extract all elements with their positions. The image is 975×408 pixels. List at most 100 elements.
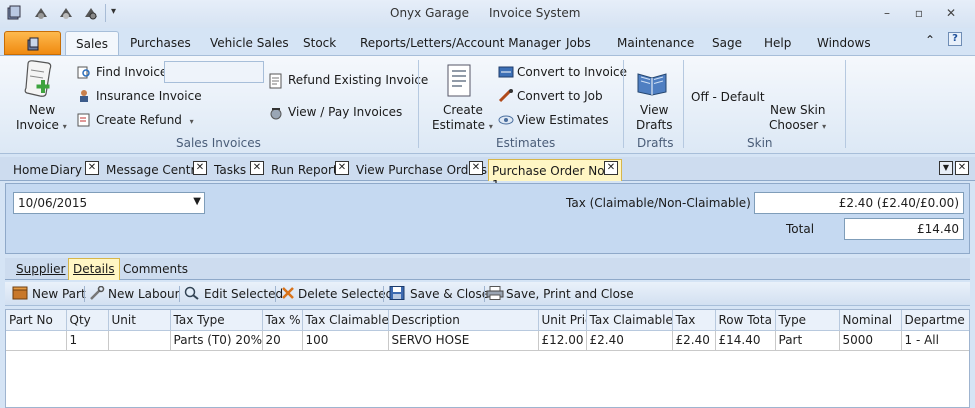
- table-row[interactable]: 1 Parts (T0) 20% 20 100 SERVO HOSE £12.0…: [6, 330, 969, 351]
- sub-tab-supplier[interactable]: Supplier: [16, 262, 65, 276]
- cell-nominal[interactable]: 5000: [839, 330, 902, 351]
- tab-stock[interactable]: Stock: [303, 36, 336, 50]
- tax-label: Tax (Claimable/Non-Claimable): [566, 196, 751, 210]
- print-icon: [486, 286, 504, 300]
- close-message-centre-icon[interactable]: ✕: [193, 161, 207, 175]
- convert-job-button[interactable]: Convert to Job: [517, 89, 603, 103]
- sub-tab-comments[interactable]: Comments: [123, 262, 188, 276]
- col-row-total[interactable]: Row Tota: [715, 310, 776, 331]
- view-pay-icon: [270, 108, 282, 120]
- new-invoice-icon[interactable]: [22, 60, 56, 98]
- tab-vehicle-sales[interactable]: Vehicle Sales: [210, 36, 289, 50]
- new-invoice-button[interactable]: Invoice ▾: [16, 118, 67, 132]
- col-tax-claimable-amount[interactable]: Tax Claimable: [586, 310, 673, 331]
- view-pay-button[interactable]: View / Pay Invoices: [288, 105, 402, 119]
- quick-print-icon[interactable]: [58, 5, 76, 21]
- create-refund-button[interactable]: Create Refund ▾: [96, 113, 194, 127]
- cell-tax-claimable-amount[interactable]: £2.40: [586, 330, 673, 351]
- doc-tab-home[interactable]: Home: [13, 159, 48, 181]
- cell-description[interactable]: SERVO HOSE: [388, 330, 539, 351]
- find-invoice-input[interactable]: [164, 61, 264, 83]
- close-button[interactable]: ✕: [944, 6, 958, 20]
- cell-row-total[interactable]: £14.40: [715, 330, 776, 351]
- view-drafts-icon[interactable]: [636, 68, 668, 96]
- tab-windows[interactable]: Windows: [817, 36, 871, 50]
- close-tasks-icon[interactable]: ✕: [250, 161, 264, 175]
- quick-save-icon[interactable]: [33, 5, 51, 21]
- cell-tax-type[interactable]: Parts (T0) 20%: [170, 330, 263, 351]
- skin-chooser-label1[interactable]: New Skin: [770, 103, 826, 117]
- view-drafts-label2[interactable]: Drafts: [636, 118, 673, 132]
- cell-unit-price[interactable]: £12.00: [538, 330, 587, 351]
- chevron-down-icon[interactable]: ▼: [193, 196, 201, 207]
- col-tax-type[interactable]: Tax Type: [170, 310, 263, 331]
- save-print-close-button[interactable]: Save, Print and Close: [506, 287, 634, 301]
- find-invoice-button[interactable]: Find Invoice: [96, 65, 167, 79]
- ribbon-collapse-icon[interactable]: ⌃: [925, 33, 935, 47]
- doc-tab-purchase-order[interactable]: Purchase Order No. 1: [488, 159, 622, 192]
- application-button[interactable]: [4, 31, 61, 55]
- col-qty[interactable]: Qty: [66, 310, 109, 331]
- view-drafts-label1[interactable]: View: [640, 103, 668, 117]
- restore-button[interactable]: ▫: [912, 6, 926, 20]
- col-description[interactable]: Description: [388, 310, 539, 331]
- close-all-tabs-icon[interactable]: ✕: [955, 161, 969, 175]
- insurance-invoice-button[interactable]: Insurance Invoice: [96, 89, 202, 103]
- save-close-button[interactable]: Save & Close: [410, 287, 489, 301]
- edit-selected-button[interactable]: Edit Selected: [204, 287, 283, 301]
- order-date-picker[interactable]: 10/06/2015 ▼: [13, 192, 205, 214]
- new-invoice-label1[interactable]: New: [29, 103, 55, 117]
- col-type[interactable]: Type: [775, 310, 840, 331]
- tab-list-dropdown-icon[interactable]: ▼: [939, 161, 953, 175]
- cell-part-no[interactable]: [6, 330, 67, 351]
- cell-type[interactable]: Part: [775, 330, 840, 351]
- doc-tab-message-centre[interactable]: Message Centre: [106, 159, 203, 181]
- convert-invoice-button[interactable]: Convert to Invoice: [517, 65, 627, 79]
- create-estimate-button[interactable]: Estimate ▾: [432, 118, 493, 132]
- cell-unit[interactable]: [108, 330, 171, 351]
- tab-sales[interactable]: Sales: [65, 31, 119, 56]
- delete-selected-button[interactable]: Delete Selected: [298, 287, 393, 301]
- col-part-no[interactable]: Part No: [6, 310, 67, 331]
- tab-maintenance[interactable]: Maintenance: [617, 36, 694, 50]
- sub-tab-details[interactable]: Details: [68, 258, 120, 280]
- cell-tax-percent[interactable]: 20: [262, 330, 303, 351]
- minimize-button[interactable]: –: [880, 6, 894, 20]
- cell-tax[interactable]: £2.40: [672, 330, 716, 351]
- col-nominal[interactable]: Nominal: [839, 310, 902, 331]
- close-run-report-icon[interactable]: ✕: [335, 161, 349, 175]
- tab-reports[interactable]: Reports/Letters/Account Manager: [360, 36, 561, 50]
- new-labour-button[interactable]: New Labour: [108, 287, 180, 301]
- cell-department[interactable]: 1 - All: [901, 330, 969, 351]
- close-diary-icon[interactable]: ✕: [85, 161, 99, 175]
- refund-existing-button[interactable]: Refund Existing Invoice: [288, 73, 428, 87]
- col-unit[interactable]: Unit: [108, 310, 171, 331]
- doc-tab-run-report[interactable]: Run Report: [271, 159, 338, 181]
- customize-toolbar-icon[interactable]: ▾: [111, 6, 129, 22]
- view-estimates-button[interactable]: View Estimates: [517, 113, 609, 127]
- tab-help[interactable]: Help: [764, 36, 791, 50]
- col-unit-price[interactable]: Unit Pric: [538, 310, 587, 331]
- doc-tab-diary[interactable]: Diary: [50, 159, 82, 181]
- quick-settings-icon[interactable]: [83, 5, 101, 21]
- doc-tab-view-purchase-orders[interactable]: View Purchase Orders: [356, 159, 487, 181]
- tab-jobs[interactable]: Jobs: [566, 36, 591, 50]
- new-part-button[interactable]: New Part: [32, 287, 86, 301]
- cell-tax-claimable[interactable]: 100: [302, 330, 389, 351]
- tab-sage[interactable]: Sage: [712, 36, 742, 50]
- doc-tab-tasks[interactable]: Tasks: [214, 159, 246, 181]
- col-tax[interactable]: Tax: [672, 310, 716, 331]
- col-department[interactable]: Departme: [901, 310, 969, 331]
- col-tax-claimable[interactable]: Tax Claimable: [302, 310, 389, 331]
- app-menu-icon[interactable]: [6, 5, 24, 21]
- skin-chooser-button[interactable]: Chooser ▾: [769, 118, 826, 132]
- create-estimate-label1[interactable]: Create: [443, 103, 483, 117]
- close-view-purchase-orders-icon[interactable]: ✕: [469, 161, 483, 175]
- tab-purchases[interactable]: Purchases: [130, 36, 191, 50]
- cell-qty[interactable]: 1: [66, 330, 109, 351]
- col-tax-percent[interactable]: Tax %: [262, 310, 303, 331]
- help-icon[interactable]: ?: [948, 32, 962, 46]
- close-purchase-order-icon[interactable]: ✕: [604, 161, 618, 175]
- create-estimate-icon[interactable]: [446, 64, 472, 98]
- chevron-down-icon: ▾: [822, 122, 827, 131]
